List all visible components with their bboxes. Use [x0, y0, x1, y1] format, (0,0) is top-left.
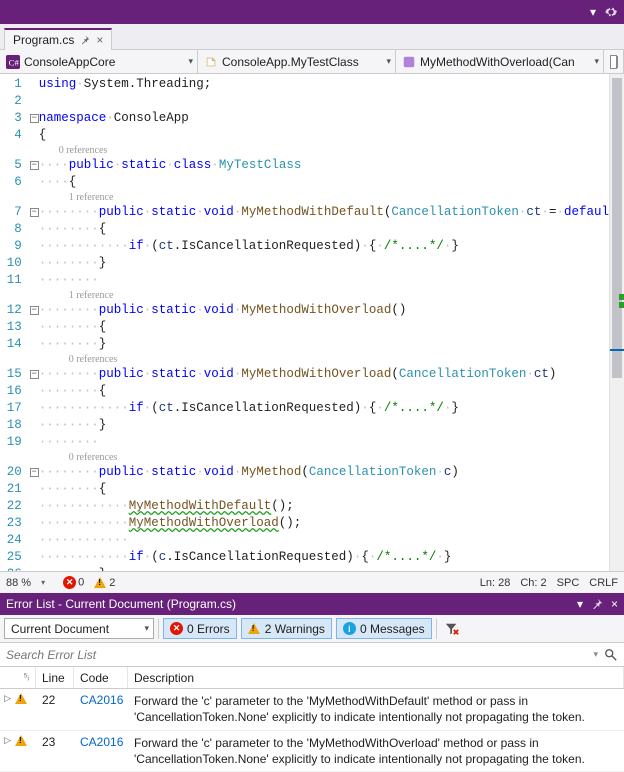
chevron-down-icon: ▾	[188, 56, 193, 67]
messages-filter-label: 0 Messages	[360, 622, 425, 636]
search-dropdown-icon[interactable]: ▾	[593, 649, 598, 660]
class-icon	[204, 55, 218, 69]
error-description: Forward the 'c' parameter to the 'MyMeth…	[128, 735, 624, 767]
nav-class-label: ConsoleApp.MyTestClass	[222, 55, 389, 69]
info-icon: i	[343, 622, 356, 635]
error-list-header[interactable]: Error List - Current Document (Program.c…	[0, 593, 624, 615]
error-code[interactable]: CA2016	[74, 735, 128, 749]
messages-filter-button[interactable]: i 0 Messages	[336, 618, 432, 639]
col-code[interactable]: Code	[74, 667, 128, 688]
error-line: 22	[36, 693, 74, 707]
scrollbar-caret	[610, 349, 624, 351]
document-tab-row: Program.cs ×	[0, 24, 624, 50]
status-warnings[interactable]: 2	[94, 577, 115, 589]
titlebar-dropdown-icon[interactable]: ▾	[590, 5, 596, 19]
warning-icon	[15, 693, 27, 704]
warning-icon	[94, 577, 106, 588]
window-titlebar: ▾	[0, 0, 624, 24]
zoom-level[interactable]: 88 %	[6, 577, 31, 589]
error-list-table: ⁵ᵢ Line Code Description ▷22CA2016Forwar…	[0, 667, 624, 772]
line-number-gutter: 1234567891011121314151617181920212223242…	[0, 74, 30, 571]
warnings-filter-label: 2 Warnings	[265, 622, 325, 636]
gear-icon[interactable]	[604, 5, 618, 19]
error-code[interactable]: CA2016	[74, 693, 128, 707]
search-icon[interactable]	[604, 648, 618, 662]
pin-icon[interactable]	[80, 35, 90, 45]
scope-label: Current Document	[11, 622, 109, 636]
split-editor-button[interactable]	[604, 50, 624, 73]
split-icon	[610, 55, 617, 69]
status-eol[interactable]: CRLF	[589, 577, 618, 589]
editor-status-bar: 88 % ▾ ✕0 2 Ln: 28 Ch: 2 SPC CRLF	[0, 571, 624, 593]
tab-label: Program.cs	[13, 33, 74, 47]
expander-icon[interactable]: ▷	[4, 735, 11, 746]
errors-filter-button[interactable]: ✕ 0 Errors	[163, 618, 237, 639]
chevron-down-icon: ▾	[386, 56, 391, 67]
col-description[interactable]: Description	[128, 667, 624, 688]
filter-clear-icon	[445, 622, 459, 636]
status-spaces[interactable]: SPC	[557, 577, 580, 589]
warnings-filter-button[interactable]: 2 Warnings	[241, 618, 332, 639]
chevron-down-icon: ▾	[594, 56, 599, 67]
csharp-project-icon: C#	[6, 55, 20, 69]
fold-gutter[interactable]: −−−−−−	[30, 74, 39, 571]
status-line[interactable]: Ln: 28	[480, 577, 511, 589]
status-errors[interactable]: ✕0	[63, 576, 84, 589]
nav-member-label: MyMethodWithOverload(Can	[420, 55, 597, 69]
nav-class-dropdown[interactable]: ConsoleApp.MyTestClass ▾	[198, 50, 396, 73]
pin-icon[interactable]	[591, 598, 603, 610]
code-area[interactable]: using·System.Threading;namespace·Console…	[39, 74, 624, 571]
scrollbar-marker	[619, 302, 624, 308]
expander-icon[interactable]: ▷	[4, 693, 11, 704]
warning-icon	[15, 735, 27, 746]
panel-dropdown-icon[interactable]: ▾	[577, 597, 583, 611]
chevron-down-icon: ▾	[144, 623, 149, 634]
error-list-title: Error List - Current Document (Program.c…	[6, 597, 236, 611]
nav-project-dropdown[interactable]: C# ConsoleAppCore ▾	[0, 50, 198, 73]
errors-filter-label: 0 Errors	[187, 622, 230, 636]
error-row[interactable]: ▷ 23CA2016Forward the 'c' parameter to th…	[0, 731, 624, 772]
zoom-dropdown-icon[interactable]: ▾	[41, 578, 45, 587]
scrollbar-marker	[619, 294, 624, 300]
close-icon[interactable]: ×	[96, 33, 103, 47]
error-row[interactable]: ▷ 22CA2016Forward the 'c' parameter to th…	[0, 689, 624, 730]
code-editor[interactable]: 1234567891011121314151617181920212223242…	[0, 74, 624, 571]
error-description: Forward the 'c' parameter to the 'MyMeth…	[128, 693, 624, 725]
tab-program-cs[interactable]: Program.cs ×	[4, 28, 112, 50]
error-list-toolbar: Current Document ▾ ✕ 0 Errors 2 Warnings…	[0, 615, 624, 643]
panel-close-icon[interactable]: ×	[611, 597, 618, 611]
error-table-header[interactable]: ⁵ᵢ Line Code Description	[0, 667, 624, 689]
error-icon: ✕	[170, 622, 183, 635]
method-icon	[402, 55, 416, 69]
status-col[interactable]: Ch: 2	[520, 577, 546, 589]
clear-filter-button[interactable]	[441, 618, 463, 639]
nav-member-dropdown[interactable]: MyMethodWithOverload(Can ▾	[396, 50, 604, 73]
navigation-bar: C# ConsoleAppCore ▾ ConsoleApp.MyTestCla…	[0, 50, 624, 74]
error-search-row: ▾	[0, 643, 624, 667]
col-severity[interactable]: ⁵ᵢ	[0, 667, 36, 688]
warning-icon	[248, 623, 260, 634]
error-icon: ✕	[63, 576, 76, 589]
col-line[interactable]: Line	[36, 667, 74, 688]
error-search-input[interactable]	[6, 648, 593, 662]
error-line: 23	[36, 735, 74, 749]
scope-dropdown[interactable]: Current Document ▾	[4, 618, 154, 639]
nav-project-label: ConsoleAppCore	[24, 55, 191, 69]
svg-text:C#: C#	[9, 57, 20, 67]
scrollbar-thumb[interactable]	[612, 78, 622, 378]
vertical-scrollbar[interactable]	[609, 74, 624, 571]
